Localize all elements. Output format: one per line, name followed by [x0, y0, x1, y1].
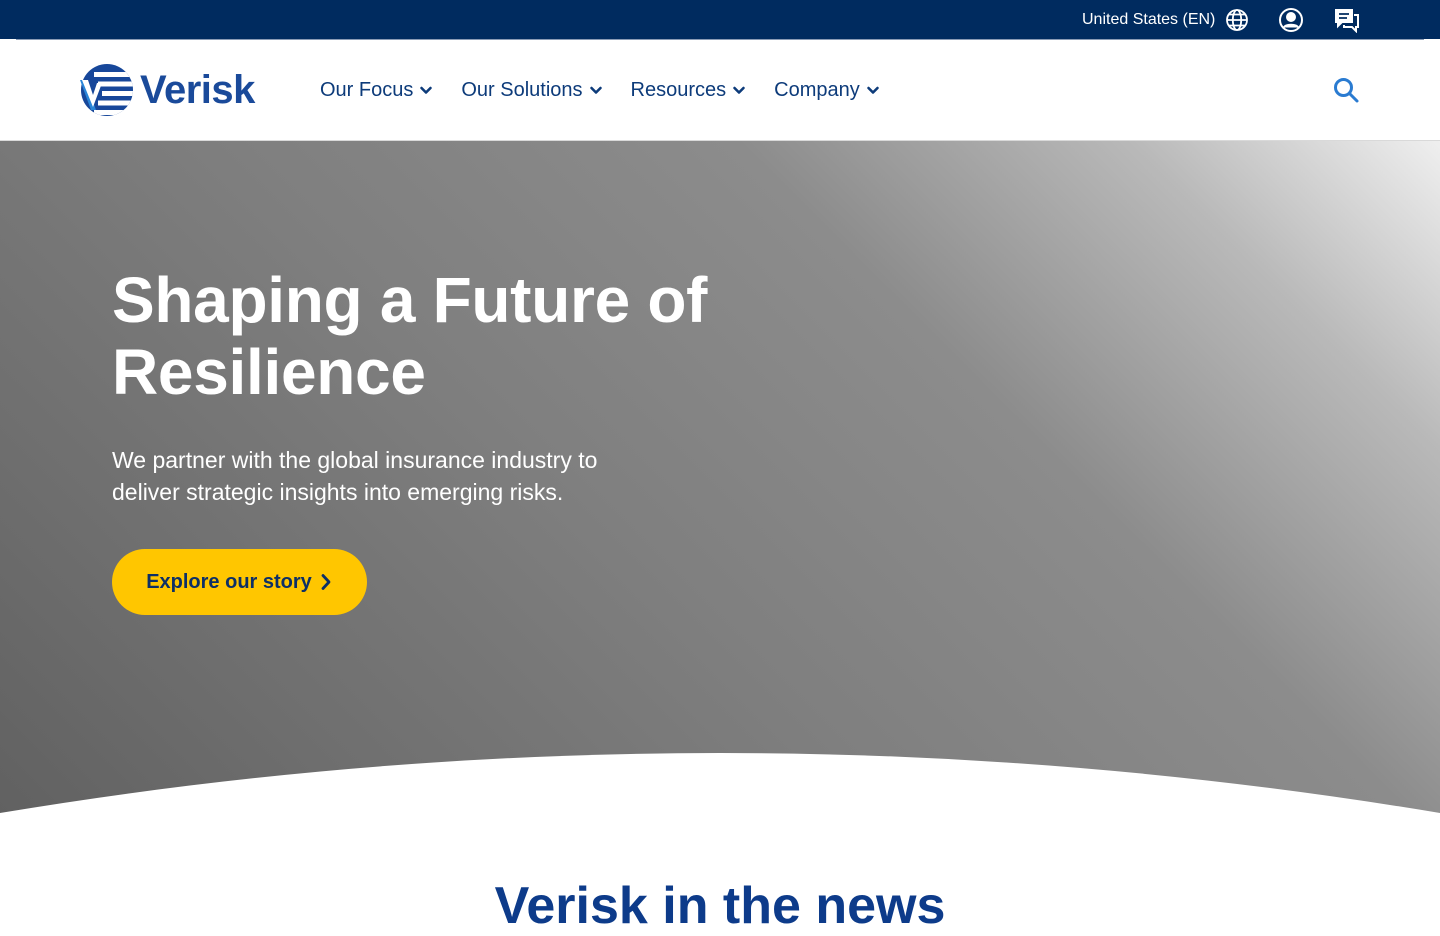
nav-item-resources[interactable]: Resources	[631, 79, 747, 102]
nav-item-our-focus[interactable]: Our Focus	[320, 79, 433, 102]
nav-item-label: Company	[774, 78, 860, 101]
chat-icon[interactable]	[1334, 7, 1360, 33]
region-selector[interactable]: United States (EN)	[1082, 0, 1249, 40]
nav-item-label: Resources	[630, 78, 727, 101]
main-header: Verisk Our Focus Our Solutions Resources…	[0, 40, 1440, 141]
chevron-right-icon	[321, 574, 331, 590]
account-icon[interactable]	[1278, 7, 1304, 33]
chevron-down-icon	[589, 86, 602, 94]
nav-item-our-solutions[interactable]: Our Solutions	[461, 79, 602, 102]
explore-story-button[interactable]: Explore our story	[112, 549, 367, 615]
brand-name: Verisk	[140, 68, 255, 112]
search-icon[interactable]	[1332, 76, 1360, 104]
chevron-down-icon	[866, 86, 879, 94]
brand-logo[interactable]: Verisk	[80, 63, 255, 117]
utility-bar: United States (EN)	[0, 0, 1440, 40]
chevron-down-icon	[420, 86, 433, 94]
primary-nav: Our Focus Our Solutions Resources Compan…	[320, 40, 908, 140]
nav-item-label: Our Focus	[320, 78, 414, 101]
nav-item-label: Our Solutions	[461, 78, 583, 101]
hero-banner: Shaping a Future of Resilience We partne…	[0, 141, 1440, 900]
nav-item-company[interactable]: Company	[774, 79, 880, 102]
hero-title: Shaping a Future of Resilience	[112, 264, 708, 408]
verisk-logo-icon	[80, 64, 133, 116]
chevron-down-icon	[733, 86, 745, 94]
region-label: United States (EN)	[1082, 11, 1216, 28]
news-section-title: Verisk in the news	[494, 877, 946, 935]
cta-label: Explore our story	[146, 570, 312, 593]
globe-icon	[1226, 9, 1249, 31]
hero-description: We partner with the global insurance ind…	[112, 447, 598, 505]
